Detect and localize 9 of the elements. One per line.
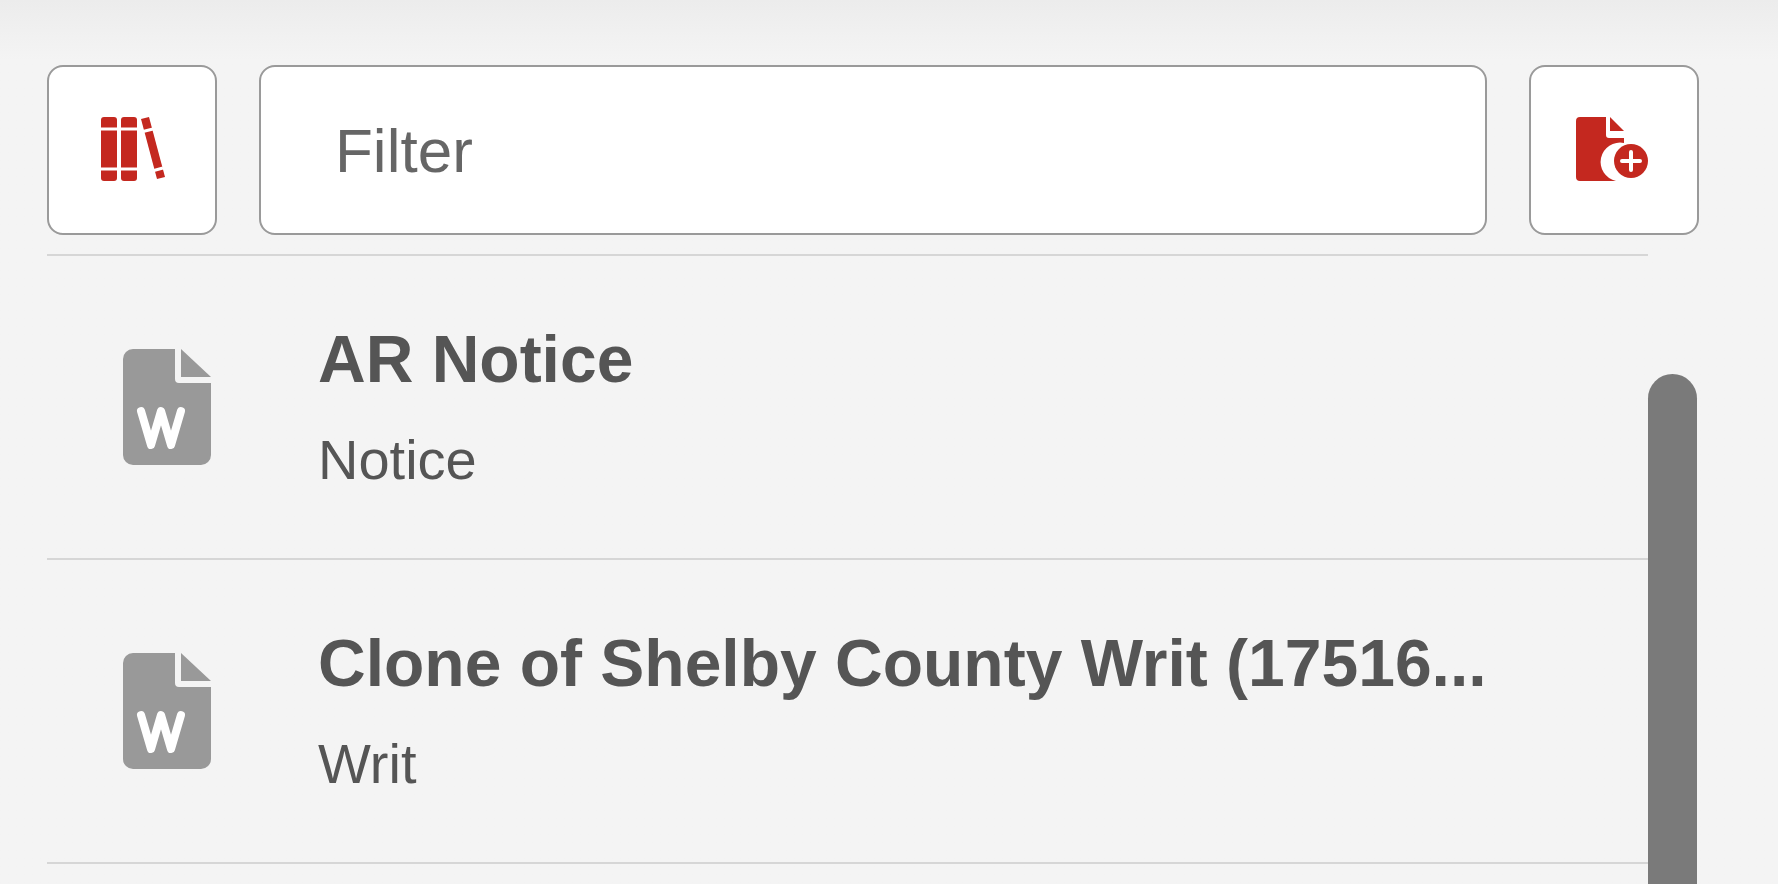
document-type: Notice bbox=[318, 432, 478, 488]
word-document-icon bbox=[123, 349, 211, 465]
filter-field[interactable]: Filter bbox=[259, 65, 1487, 235]
document-type: Writ bbox=[318, 736, 418, 792]
library-button[interactable] bbox=[47, 65, 217, 235]
new-document-button[interactable] bbox=[1529, 65, 1699, 235]
scrollbar-thumb[interactable] bbox=[1648, 374, 1697, 884]
word-document-icon bbox=[123, 653, 211, 769]
document-title: AR Notice bbox=[318, 326, 634, 392]
